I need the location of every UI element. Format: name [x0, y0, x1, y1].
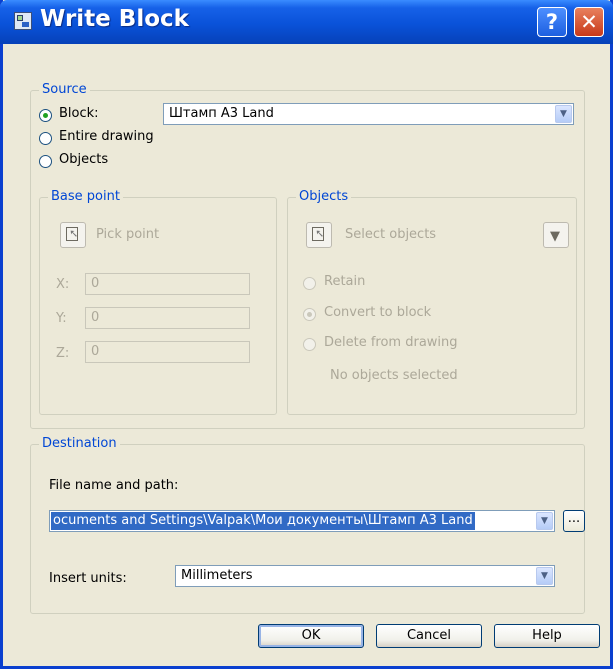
delete-from-drawing-radio[interactable]	[303, 338, 316, 351]
dialog-content: Source Block: Штамп А3 Land ▼ Entire dra…	[3, 44, 610, 666]
entire-drawing-label[interactable]: Entire drawing	[59, 129, 154, 144]
pick-point-icon	[66, 227, 78, 241]
quick-select-button[interactable]: ▼	[543, 222, 569, 248]
convert-to-block-radio[interactable]	[303, 308, 316, 321]
block-radio[interactable]	[39, 109, 52, 122]
pick-point-button[interactable]	[60, 222, 86, 248]
insert-units-combo[interactable]: Millimeters ▼	[175, 565, 555, 587]
write-block-app-icon	[14, 12, 32, 30]
select-objects-label: Select objects	[345, 227, 437, 242]
insert-units-value: Millimeters	[181, 568, 253, 583]
x-value: 0	[91, 276, 100, 291]
y-value: 0	[91, 310, 100, 325]
pick-point-label: Pick point	[96, 227, 160, 242]
x-label: X:	[56, 277, 70, 292]
help-button[interactable]: Help	[494, 624, 600, 648]
block-name-value: Штамп А3 Land	[169, 106, 274, 121]
entire-drawing-radio[interactable]	[39, 132, 52, 145]
objects-group: Objects Select objects ▼ Retain Convert …	[287, 189, 577, 415]
z-value: 0	[91, 344, 100, 359]
dialog-title: Write Block	[40, 6, 189, 32]
z-field[interactable]: 0	[85, 341, 250, 363]
y-field[interactable]: 0	[85, 307, 250, 329]
delete-from-drawing-label[interactable]: Delete from drawing	[324, 335, 458, 350]
ok-button[interactable]: OK	[258, 624, 364, 648]
chevron-down-icon[interactable]: ▼	[555, 105, 572, 123]
convert-to-block-label[interactable]: Convert to block	[324, 305, 431, 320]
retain-label[interactable]: Retain	[324, 274, 365, 289]
close-icon[interactable]: ✕	[574, 7, 604, 37]
retain-radio[interactable]	[303, 277, 316, 290]
base-point-legend: Base point	[48, 189, 123, 204]
help-icon[interactable]: ?	[537, 7, 567, 37]
z-label: Z:	[56, 346, 70, 361]
source-group: Source Block: Штамп А3 Land ▼ Entire dra…	[30, 82, 585, 429]
insert-units-label: Insert units:	[49, 571, 127, 586]
selection-status: No objects selected	[330, 368, 458, 383]
source-legend: Source	[39, 82, 90, 97]
x-field[interactable]: 0	[85, 273, 250, 295]
select-objects-icon	[312, 227, 324, 241]
objects-legend: Objects	[296, 189, 352, 204]
objects-radio[interactable]	[39, 155, 52, 168]
base-point-group: Base point Pick point X: 0 Y: 0 Z: 0	[39, 189, 277, 415]
chevron-down-icon[interactable]: ▼	[536, 567, 553, 585]
title-bar[interactable]: Write Block ? ✕	[0, 0, 613, 44]
quick-select-filter-icon: ▼	[550, 229, 560, 244]
cancel-button[interactable]: Cancel	[376, 624, 482, 648]
destination-legend: Destination	[39, 436, 120, 451]
objects-radio-label[interactable]: Objects	[59, 152, 108, 167]
block-name-combo[interactable]: Штамп А3 Land ▼	[163, 103, 574, 125]
y-label: Y:	[56, 311, 67, 326]
chevron-down-icon[interactable]: ▼	[536, 512, 553, 530]
select-objects-button[interactable]	[306, 222, 332, 248]
browse-button[interactable]: ...	[563, 510, 585, 532]
file-path-value: ocuments and Settings\Valpak\Мои докумен…	[51, 512, 475, 530]
file-name-label: File name and path:	[49, 478, 179, 493]
file-path-combo[interactable]: ocuments and Settings\Valpak\Мои докумен…	[49, 510, 555, 532]
destination-group: Destination File name and path: ocuments…	[30, 436, 585, 614]
block-radio-label[interactable]: Block:	[59, 106, 99, 121]
write-block-dialog: Write Block ? ✕ Source Block: Штамп А3 L…	[0, 0, 613, 669]
